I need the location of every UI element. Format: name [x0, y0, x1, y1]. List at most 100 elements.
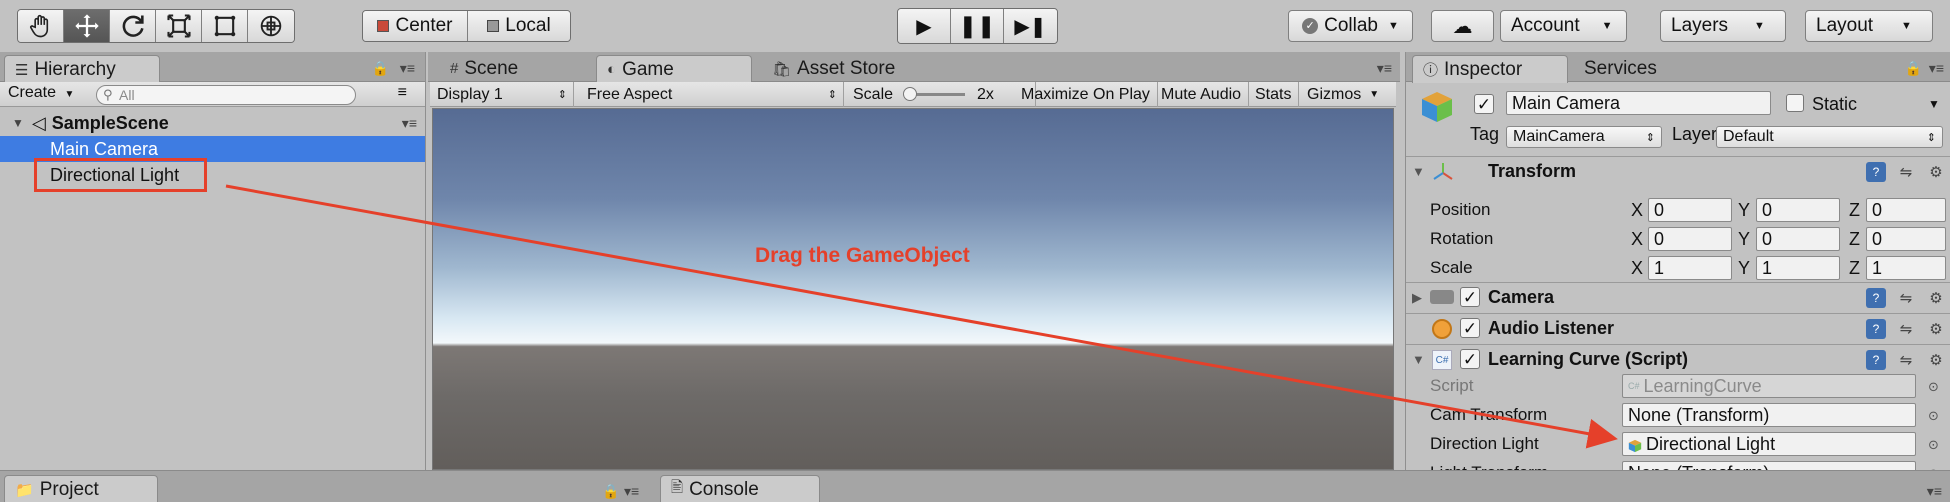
help-book-icon[interactable]: ?: [1866, 162, 1886, 182]
panel-menu-icon[interactable]: ▾≡: [400, 60, 415, 77]
maximize-on-play-toggle[interactable]: Maximize On Play: [1014, 82, 1158, 107]
updown-icon: ⇕: [1926, 131, 1936, 144]
tab-inspector[interactable]: ⓘ Inspector: [1412, 55, 1568, 83]
script-component-header[interactable]: ▼ C# ✓ Learning Curve (Script) ? ⇋ ⚙: [1406, 344, 1950, 374]
info-icon: ⓘ: [1423, 62, 1439, 79]
game-viewport[interactable]: [432, 108, 1394, 470]
mute-audio-toggle[interactable]: Mute Audio: [1154, 82, 1250, 107]
chevron-down-icon: ▼: [1387, 20, 1399, 32]
step-button[interactable]: ▶❚: [1004, 9, 1057, 43]
object-picker-icon[interactable]: ⊙: [1928, 408, 1939, 424]
scene-menu-icon[interactable]: ▾≡: [402, 115, 417, 132]
hierarchy-search-filter-icon[interactable]: ≡: [398, 84, 407, 102]
slider-thumb[interactable]: [903, 87, 918, 101]
play-button[interactable]: ▶: [898, 9, 951, 43]
tab-services[interactable]: Services: [1574, 55, 1667, 82]
axis-x-label: X: [1631, 200, 1644, 220]
gameobject-name-field[interactable]: Main Camera: [1506, 91, 1771, 115]
gameobject-active-checkbox[interactable]: ✓: [1474, 94, 1494, 114]
hierarchy-toolbar: Create ▼ ⚲ All ≡: [0, 82, 425, 107]
panel-menu-icon[interactable]: ▾≡: [1377, 60, 1392, 77]
pivot-center-button[interactable]: Center: [363, 11, 468, 41]
chevron-down-icon: ▼: [1754, 20, 1765, 32]
scale-x-field[interactable]: 1: [1648, 256, 1732, 280]
lock-icon[interactable]: 🔒: [1905, 60, 1922, 77]
axis-z-label: Z: [1849, 229, 1860, 249]
panel-menu-icon[interactable]: ▾≡: [1929, 60, 1944, 77]
preset-sliders-icon[interactable]: ⇋: [1896, 288, 1916, 308]
search-icon: ⚲: [103, 87, 113, 102]
rotation-x-field[interactable]: 0: [1648, 227, 1732, 251]
rotate-tool-button[interactable]: [110, 10, 156, 42]
layout-dropdown[interactable]: Layout ▼: [1805, 10, 1933, 42]
hierarchy-item-directional-light[interactable]: Directional Light: [0, 162, 425, 188]
rotation-y-field[interactable]: 0: [1756, 227, 1840, 251]
pivot-local-button[interactable]: Local: [468, 11, 570, 41]
display-dropdown[interactable]: Display 1 ⇕: [430, 82, 574, 107]
lock-icon[interactable]: 🔒: [602, 483, 619, 500]
preset-sliders-icon[interactable]: ⇋: [1896, 319, 1916, 339]
tab-console[interactable]: 🖹 Console: [660, 475, 820, 502]
stats-toggle[interactable]: Stats: [1248, 82, 1300, 107]
cam-transform-field[interactable]: None (Transform): [1622, 403, 1916, 427]
transform-tool-button[interactable]: [248, 10, 294, 42]
foldout-open-icon: ▼: [1412, 164, 1425, 179]
script-enabled-checkbox[interactable]: ✓: [1460, 349, 1480, 369]
position-z-field[interactable]: 0: [1866, 198, 1946, 222]
pause-button[interactable]: ❚❚: [951, 9, 1004, 43]
scale-tool-button[interactable]: [156, 10, 202, 42]
hierarchy-panel: ☰ Hierarchy 🔒 ▾≡ Create ▼ ⚲ All ≡ ▼ ◁ Sa…: [0, 52, 426, 470]
rect-tool-button[interactable]: [202, 10, 248, 42]
help-book-icon[interactable]: ?: [1866, 288, 1886, 308]
move-tool-button[interactable]: [64, 10, 110, 42]
audio-listener-title: Audio Listener: [1488, 318, 1615, 338]
layers-dropdown[interactable]: Layers ▼: [1660, 10, 1786, 42]
scale-slider[interactable]: [903, 87, 966, 101]
object-picker-icon[interactable]: ⊙: [1928, 437, 1939, 453]
preset-sliders-icon[interactable]: ⇋: [1896, 350, 1916, 370]
camera-component-header[interactable]: ▶ ✓ Camera ? ⇋ ⚙: [1406, 282, 1950, 312]
scene-row[interactable]: ▼ ◁ SampleScene ▾≡: [0, 110, 425, 136]
direction-light-field[interactable]: Directional Light: [1622, 432, 1916, 456]
layer-dropdown[interactable]: Default ⇕: [1716, 126, 1943, 148]
position-x-field[interactable]: 0: [1648, 198, 1732, 222]
preset-sliders-icon[interactable]: ⇋: [1896, 162, 1916, 182]
help-book-icon[interactable]: ?: [1866, 350, 1886, 370]
scale-y-field[interactable]: 1: [1756, 256, 1840, 280]
static-dropdown-icon[interactable]: ▼: [1928, 97, 1940, 111]
aspect-dropdown[interactable]: Free Aspect ⇕: [580, 82, 844, 107]
gear-icon[interactable]: ⚙: [1926, 162, 1946, 182]
camera-enabled-checkbox[interactable]: ✓: [1460, 287, 1480, 307]
gizmos-dropdown[interactable]: Gizmos ▼: [1300, 82, 1386, 107]
rotation-z-field[interactable]: 0: [1866, 227, 1946, 251]
panel-menu-icon[interactable]: ▾≡: [624, 483, 639, 500]
cloud-button[interactable]: ☁: [1431, 10, 1494, 42]
account-dropdown[interactable]: Account ▼: [1500, 10, 1627, 42]
gear-icon[interactable]: ⚙: [1926, 319, 1946, 339]
hand-tool-button[interactable]: [18, 10, 64, 42]
scale-z-field[interactable]: 1: [1866, 256, 1946, 280]
tab-game[interactable]: ◐ Game: [596, 55, 752, 83]
tab-scene[interactable]: # Scene: [440, 55, 528, 82]
tag-dropdown[interactable]: MainCamera ⇕: [1506, 126, 1662, 148]
collab-dropdown[interactable]: ✓ Collab ▼: [1288, 10, 1413, 42]
transform-component-header[interactable]: ▼ Transform ? ⇋ ⚙: [1406, 156, 1950, 186]
gear-icon[interactable]: ⚙: [1926, 288, 1946, 308]
chevron-down-icon: ▼: [1369, 89, 1380, 100]
audio-listener-component-header[interactable]: ✓ Audio Listener ? ⇋ ⚙: [1406, 313, 1950, 343]
panel-menu-icon[interactable]: ▾≡: [1927, 483, 1942, 500]
tab-asset-store[interactable]: 🛍 Asset Store: [762, 55, 905, 82]
lock-icon[interactable]: 🔒: [372, 60, 389, 77]
help-book-icon[interactable]: ?: [1866, 319, 1886, 339]
create-dropdown[interactable]: Create ▼: [8, 84, 74, 102]
foldout-closed-icon: ▶: [1412, 289, 1422, 305]
tab-project[interactable]: 📁 Project: [4, 475, 158, 502]
hierarchy-search-input[interactable]: ⚲ All: [96, 85, 356, 105]
gear-icon[interactable]: ⚙: [1926, 350, 1946, 370]
audio-listener-enabled-checkbox[interactable]: ✓: [1460, 318, 1480, 338]
static-checkbox[interactable]: [1786, 94, 1804, 112]
position-y-field[interactable]: 0: [1756, 198, 1840, 222]
tab-hierarchy[interactable]: ☰ Hierarchy: [4, 55, 160, 83]
foldout-open-icon: ▼: [12, 116, 24, 130]
hierarchy-item-main-camera[interactable]: Main Camera: [0, 136, 425, 162]
